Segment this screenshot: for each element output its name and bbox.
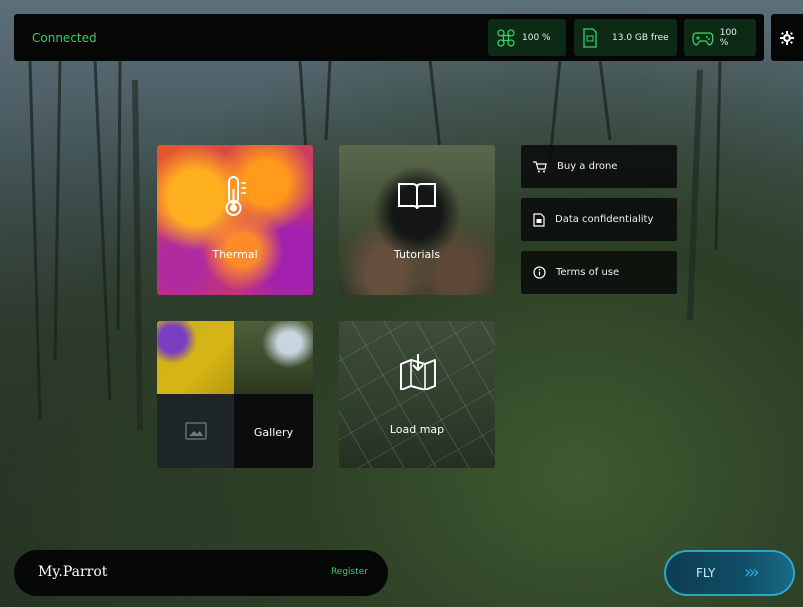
- status-bar: Connected 100 % 13.0 GB free 100 %: [14, 14, 764, 61]
- controller-battery-value: 100 %: [719, 27, 737, 48]
- map-aerial-photo: [339, 321, 495, 468]
- gallery-tile[interactable]: Gallery: [157, 321, 313, 468]
- my-parrot-label: My.Parrot: [38, 564, 108, 580]
- fly-button[interactable]: FLY ›››: [664, 550, 795, 596]
- fly-label: FLY: [696, 566, 716, 580]
- forest-background: [28, 59, 722, 431]
- data-confidentiality-label: Data confidentiality: [555, 214, 654, 225]
- controller-battery-indicator: 100 %: [684, 19, 756, 56]
- buy-drone-link[interactable]: Buy a drone: [521, 145, 677, 188]
- gallery-placeholder: [157, 394, 234, 468]
- data-confidentiality-link[interactable]: Data confidentiality: [521, 198, 677, 241]
- thermometer-icon: [225, 176, 246, 216]
- register-link[interactable]: Register: [331, 567, 368, 577]
- chevron-right-icon: ›››: [744, 562, 760, 583]
- document-icon: [533, 212, 545, 227]
- gallery-label: Gallery: [253, 426, 294, 439]
- book-icon: [398, 183, 436, 210]
- terms-of-use-label: Terms of use: [556, 267, 620, 278]
- gallery-label-panel: Gallery: [234, 394, 313, 468]
- terms-of-use-link[interactable]: Terms of use: [521, 251, 677, 294]
- connection-status: Connected: [32, 31, 97, 45]
- map-download-icon: [400, 354, 436, 390]
- storage-value: 13.0 GB free: [612, 32, 669, 43]
- thermal-tile[interactable]: Thermal: [157, 145, 313, 295]
- load-map-label: Load map: [389, 423, 445, 436]
- gear-icon: [780, 30, 794, 45]
- image-icon: [184, 422, 207, 440]
- my-parrot-bar: My.Parrot Register: [14, 550, 388, 596]
- gallery-thumbnail-forest: [234, 321, 313, 394]
- load-map-tile[interactable]: Load map: [339, 321, 495, 468]
- drone-battery-value: 100 %: [522, 32, 551, 43]
- settings-button[interactable]: [771, 14, 803, 61]
- tutorials-tile[interactable]: Tutorials: [339, 145, 495, 295]
- tutorials-photo: [339, 145, 495, 295]
- gallery-thumbnail-thermal: [157, 321, 234, 394]
- buy-drone-label: Buy a drone: [557, 161, 618, 172]
- storage-indicator: 13.0 GB free: [574, 19, 677, 56]
- drone-icon: [497, 28, 515, 47]
- tutorials-label: Tutorials: [393, 248, 441, 261]
- cart-icon: [533, 160, 547, 172]
- drone-battery-indicator: 100 %: [488, 19, 566, 56]
- info-icon: [533, 266, 546, 279]
- thermal-label: Thermal: [212, 248, 258, 261]
- sd-card-icon: [583, 27, 597, 48]
- controller-icon: [692, 31, 714, 46]
